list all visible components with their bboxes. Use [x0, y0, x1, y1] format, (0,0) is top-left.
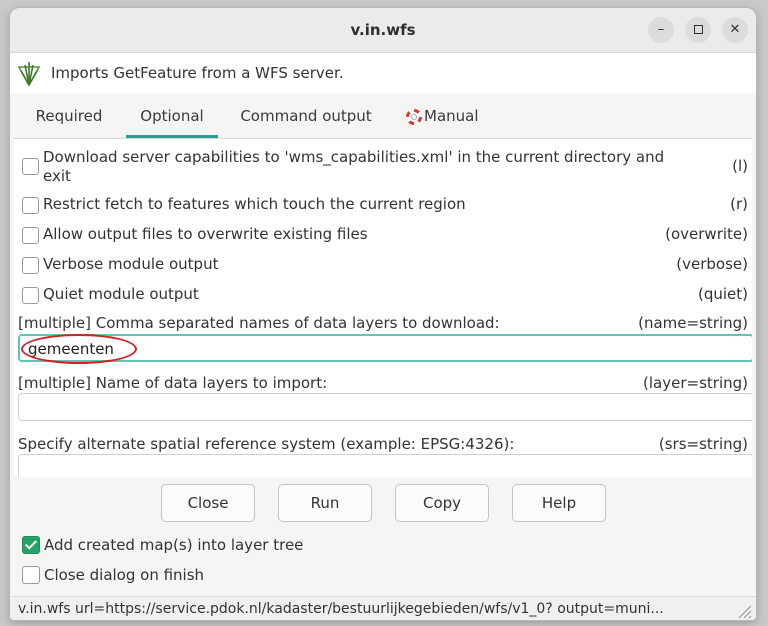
close-window-button[interactable]: ✕	[722, 17, 748, 43]
checkbox-add-to-layer-tree[interactable]	[22, 536, 40, 554]
minimize-icon: –	[657, 22, 665, 37]
tab-command-output[interactable]: Command output	[236, 94, 376, 136]
flag-quiet-label: Quiet module output	[43, 285, 199, 303]
option-add-to-layer-tree-label: Add created map(s) into layer tree	[44, 536, 304, 554]
flag-restrict-fetch: Restrict fetch to features which touch t…	[18, 195, 748, 217]
module-description: Imports GetFeature from a WFS server.	[51, 64, 344, 82]
flag-download-capabilities-label-line1: Download server capabilities to 'wms_cap…	[43, 148, 665, 166]
flag-download-capabilities-label-line2: exit	[43, 167, 71, 185]
resize-grip-icon[interactable]	[734, 601, 752, 619]
name-input[interactable]: gemeenten	[18, 334, 752, 364]
checkbox-close-on-finish[interactable]	[22, 566, 40, 584]
close-button[interactable]: Close	[161, 484, 255, 522]
srs-field-label: Specify alternate spatial reference syst…	[18, 435, 515, 453]
tab-manual[interactable]: Manual	[406, 94, 490, 136]
name-field-key: (name=string)	[638, 314, 748, 332]
run-button[interactable]: Run	[278, 484, 372, 522]
flag-verbose-label: Verbose module output	[43, 255, 219, 273]
flag-download-capabilities: Download server capabilities to 'wms_cap…	[18, 147, 748, 187]
minimize-button[interactable]: –	[648, 17, 674, 43]
help-button[interactable]: Help	[512, 484, 606, 522]
checkbox-overwrite[interactable]	[22, 227, 39, 244]
close-icon: ✕	[729, 22, 741, 37]
layer-input[interactable]	[18, 393, 752, 421]
grass-logo-icon	[17, 62, 41, 87]
flag-overwrite-label: Allow output files to overwrite existing…	[43, 225, 368, 243]
action-button-row: Close Run Copy Help	[10, 478, 756, 542]
status-bar: v.in.wfs url=https://service.pdok.nl/kad…	[10, 596, 756, 620]
flag-key-quiet: (quiet)	[697, 285, 748, 303]
srs-input[interactable]	[18, 454, 752, 477]
flag-key-l: (l)	[732, 157, 748, 175]
maximize-icon	[693, 25, 703, 34]
checkbox-verbose[interactable]	[22, 257, 39, 274]
layer-field-label: [multiple] Name of data layers to import…	[18, 374, 328, 392]
checkbox-download-capabilities[interactable]	[22, 158, 39, 175]
module-description-row: Imports GetFeature from a WFS server.	[10, 53, 756, 93]
tab-optional[interactable]: Optional	[126, 94, 218, 138]
checkbox-quiet[interactable]	[22, 287, 39, 304]
title-bar[interactable]: v.in.wfs – ✕	[10, 8, 756, 53]
option-close-on-finish-label: Close dialog on finish	[44, 566, 205, 584]
tab-bar: Required Optional Command output Manual	[14, 94, 752, 139]
highlight-annotation	[21, 334, 137, 364]
command-preview: v.in.wfs url=https://service.pdok.nl/kad…	[18, 601, 664, 617]
name-field-label: [multiple] Comma separated names of data…	[18, 314, 500, 332]
layer-field-key: (layer=string)	[643, 374, 748, 392]
flag-quiet: Quiet module output (quiet)	[18, 285, 748, 307]
lifebuoy-icon	[406, 109, 422, 125]
tab-required[interactable]: Required	[28, 94, 110, 136]
dialog-window: v.in.wfs – ✕ Imports GetFeature from a W…	[10, 8, 756, 620]
srs-field-key: (srs=string)	[658, 435, 748, 453]
window-title: v.in.wfs	[350, 21, 416, 39]
flag-restrict-fetch-label: Restrict fetch to features which touch t…	[43, 195, 466, 213]
flag-verbose: Verbose module output (verbose)	[18, 255, 748, 277]
maximize-button[interactable]	[685, 17, 711, 43]
checkbox-restrict-fetch[interactable]	[22, 197, 39, 214]
flag-key-overwrite: (overwrite)	[665, 225, 748, 243]
flag-overwrite: Allow output files to overwrite existing…	[18, 225, 748, 247]
copy-button[interactable]: Copy	[395, 484, 489, 522]
flag-key-r: (r)	[730, 195, 748, 213]
optional-parameters-panel[interactable]: Download server capabilities to 'wms_cap…	[14, 139, 752, 477]
flag-key-verbose: (verbose)	[676, 255, 748, 273]
